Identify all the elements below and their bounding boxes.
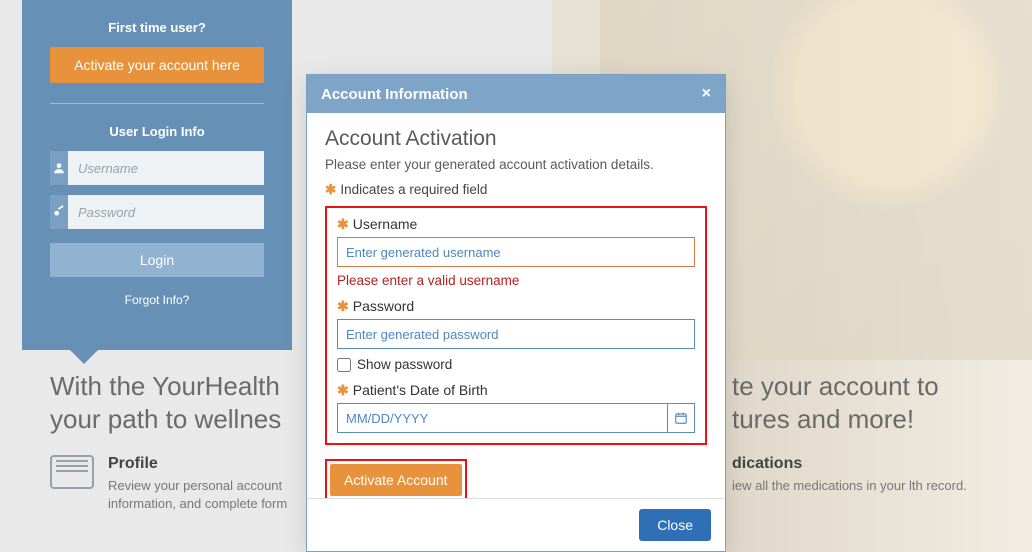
show-password-checkbox[interactable] <box>337 358 351 372</box>
show-password-row: Show password <box>337 357 695 372</box>
modal-header: Account Information × <box>307 75 725 113</box>
generated-password-input[interactable] <box>337 319 695 349</box>
profile-card-icon <box>50 455 94 489</box>
highlighted-form-group: ✱Username Please enter a valid username … <box>325 206 707 445</box>
asterisk-icon: ✱ <box>325 182 336 197</box>
close-button[interactable]: Close <box>639 509 711 541</box>
asterisk-icon: ✱ <box>337 298 349 314</box>
feature-medications-title: dications <box>732 455 967 473</box>
feature-profile: Profile Review your personal account inf… <box>50 455 350 512</box>
login-info-heading: User Login Info <box>50 124 264 139</box>
headline-right: te your account to tures and more! <box>732 370 992 435</box>
login-sidebar: First time user? Activate your account h… <box>22 0 292 350</box>
headline-left: With the YourHealth your path to wellnes <box>50 370 281 435</box>
first-time-heading: First time user? <box>50 20 264 35</box>
key-icon <box>50 195 68 229</box>
username-input[interactable] <box>68 151 264 185</box>
divider <box>50 103 264 104</box>
password-input[interactable] <box>68 195 264 229</box>
username-error: Please enter a valid username <box>337 273 695 288</box>
dob-input[interactable] <box>337 403 667 433</box>
close-icon[interactable]: × <box>702 85 711 103</box>
sidebar-pointer <box>70 350 98 364</box>
forgot-info-link[interactable]: Forgot Info? <box>50 293 264 307</box>
modal-heading: Account Activation <box>325 127 707 151</box>
calendar-icon[interactable] <box>667 403 695 433</box>
activate-account-here-button[interactable]: Activate your account here <box>50 47 264 83</box>
login-button[interactable]: Login <box>50 243 264 277</box>
password-label: ✱Password <box>337 298 695 315</box>
modal-subtitle: Please enter your generated account acti… <box>325 157 707 172</box>
feature-medications-desc: iew all the medications in your lth reco… <box>732 477 967 495</box>
feature-medications: dications iew all the medications in you… <box>732 455 992 495</box>
account-activation-modal: Account Information × Account Activation… <box>306 74 726 552</box>
username-row <box>50 151 264 185</box>
modal-body: Account Activation Please enter your gen… <box>307 113 725 498</box>
password-field-wrap <box>337 319 695 349</box>
required-note: ✱Indicates a required field <box>325 182 707 198</box>
modal-footer: Close <box>307 498 725 551</box>
user-icon <box>50 151 68 185</box>
username-label: ✱Username <box>337 216 695 233</box>
dob-label: ✱Patient's Date of Birth <box>337 382 695 399</box>
username-field-wrap <box>337 237 695 267</box>
asterisk-icon: ✱ <box>337 382 349 398</box>
activate-account-button[interactable]: Activate Account <box>330 464 462 496</box>
asterisk-icon: ✱ <box>337 216 349 232</box>
modal-title-bar: Account Information <box>321 86 468 103</box>
password-row <box>50 195 264 229</box>
dob-field-wrap <box>337 403 695 433</box>
generated-username-input[interactable] <box>337 237 695 267</box>
activate-button-highlight: Activate Account <box>325 459 467 498</box>
show-password-label: Show password <box>357 357 452 372</box>
